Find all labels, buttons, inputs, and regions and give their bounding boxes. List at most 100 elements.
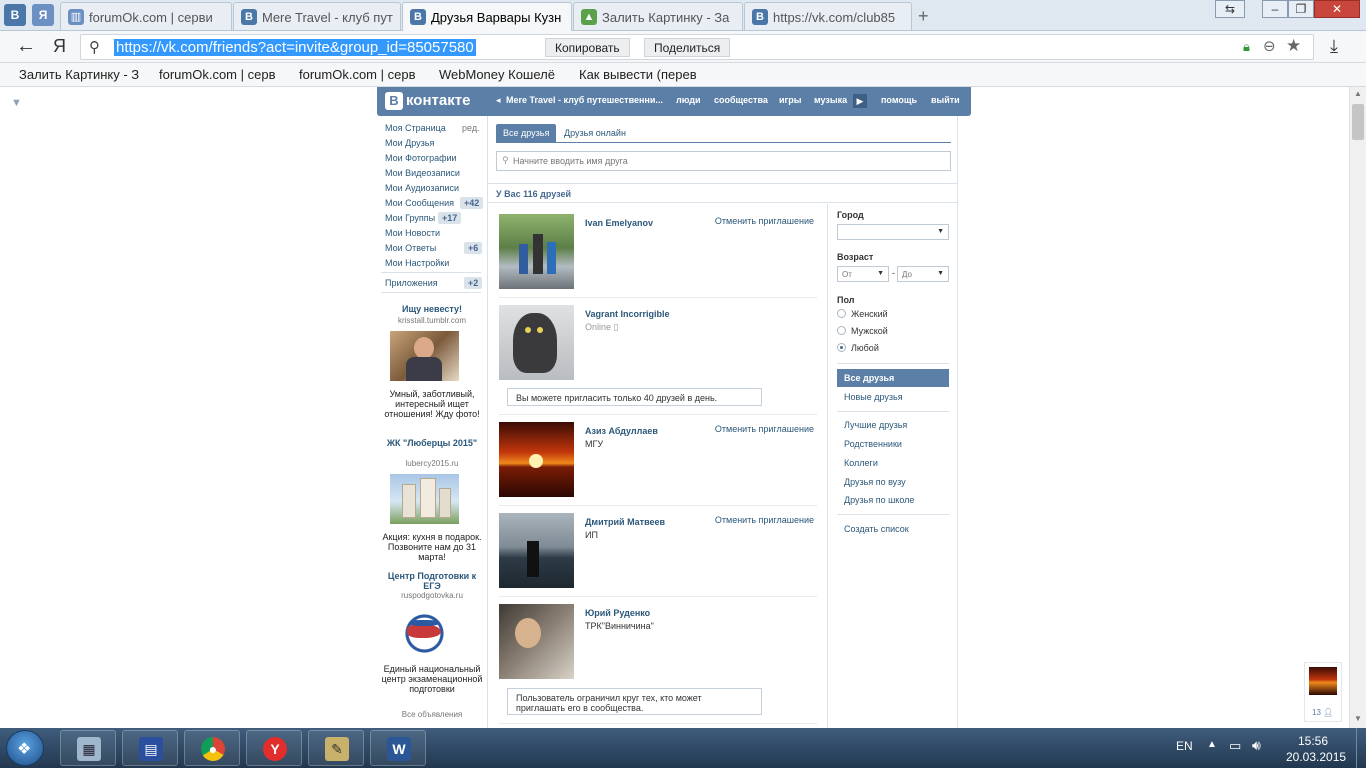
copy-button[interactable]: Копировать bbox=[545, 38, 630, 57]
volume-icon[interactable]: 🔊︎ bbox=[1252, 737, 1261, 754]
all-ads-link[interactable]: Все объявления bbox=[380, 710, 484, 719]
sidebar-item-news[interactable]: Мои Новости bbox=[385, 228, 440, 238]
scroll-down-icon[interactable]: ▼ bbox=[1354, 714, 1362, 723]
page-scrollbar[interactable]: ▲ ▼ bbox=[1349, 87, 1366, 728]
tab-upload-image[interactable]: ▲ Залить Картинку - За bbox=[573, 2, 743, 30]
close-icon[interactable]: ✕ bbox=[1314, 0, 1360, 18]
nav-games[interactable]: игры bbox=[779, 95, 801, 105]
friend-name[interactable]: Юрий Руденко bbox=[585, 608, 650, 618]
city-select[interactable]: ▼ bbox=[837, 224, 949, 240]
friend-name[interactable]: Ivan Emelyanov bbox=[585, 218, 653, 228]
cancel-invite-link[interactable]: Отменить приглашение bbox=[715, 216, 814, 226]
tab-forumok[interactable]: ▥ forumOk.com | серви bbox=[60, 2, 232, 30]
taskbar-floppy[interactable]: ▤ bbox=[122, 730, 178, 766]
ad-title[interactable]: Ищу невесту! bbox=[380, 304, 484, 314]
list-all-friends[interactable]: Все друзья bbox=[837, 369, 949, 387]
sidebar-item-apps[interactable]: Приложения bbox=[385, 278, 438, 288]
sidebar-item-answers[interactable]: Мои Ответы bbox=[385, 243, 436, 253]
friend-photo[interactable] bbox=[499, 604, 574, 679]
tab-friends[interactable]: В Друзья Варвары Кузн bbox=[402, 2, 572, 32]
list-best-friends[interactable]: Лучшие друзья bbox=[837, 416, 949, 434]
clock-time[interactable]: 15:56 bbox=[1298, 734, 1328, 748]
tab-friends-online[interactable]: Друзья онлайн bbox=[557, 124, 633, 142]
list-university[interactable]: Друзья по вузу bbox=[837, 473, 949, 491]
list-colleagues[interactable]: Коллеги bbox=[837, 454, 949, 472]
list-relatives[interactable]: Родственники bbox=[837, 435, 949, 453]
nav-more-arrow-icon[interactable]: ▶ bbox=[853, 94, 867, 108]
sex-radio-male[interactable]: Мужской bbox=[837, 326, 888, 336]
cancel-invite-link[interactable]: Отменить приглашение bbox=[715, 515, 814, 525]
nav-back-arrow-icon[interactable]: ◂ bbox=[496, 95, 501, 106]
bookmark-item[interactable]: forumOk.com | серв bbox=[159, 67, 275, 82]
zoom-icon[interactable]: ⊖ bbox=[1263, 37, 1276, 55]
restore-tabs-icon[interactable]: ⇆ bbox=[1215, 0, 1245, 18]
url-input[interactable]: https://vk.com/friends?act=invite&group_… bbox=[114, 39, 476, 56]
list-school[interactable]: Друзья по школе bbox=[837, 491, 949, 509]
ad-logo-image[interactable] bbox=[397, 606, 452, 661]
sidebar-item-videos[interactable]: Мои Видеозаписи bbox=[385, 168, 460, 178]
vk-logo[interactable]: Вконтакте bbox=[385, 92, 470, 110]
ad-title[interactable]: ЖК "Люберцы 2015" bbox=[380, 438, 484, 448]
friend-search-input[interactable]: ⚲ Начните вводить имя друга bbox=[496, 151, 951, 171]
friend-photo[interactable] bbox=[499, 422, 574, 497]
chat-widget[interactable]: 13 👤︎ bbox=[1304, 662, 1342, 722]
sidebar-item-messages[interactable]: Мои Сообщения bbox=[385, 198, 454, 208]
create-list-link[interactable]: Создать список bbox=[837, 520, 949, 538]
nav-group[interactable]: Mere Travel - клуб путешественни... bbox=[506, 95, 663, 105]
back-arrow-icon[interactable]: ← bbox=[16, 35, 36, 58]
taskbar-yandex[interactable]: Y bbox=[246, 730, 302, 766]
minimize-icon[interactable]: – bbox=[1262, 0, 1288, 18]
tray-expand-icon[interactable]: ▲ bbox=[1207, 739, 1217, 750]
star-icon[interactable]: ★ bbox=[1286, 36, 1301, 56]
chat-avatar[interactable] bbox=[1309, 667, 1337, 695]
friend-photo[interactable] bbox=[499, 305, 574, 380]
nav-music[interactable]: музыка bbox=[814, 95, 847, 105]
bookmark-item[interactable]: Как вывести (перев bbox=[579, 67, 697, 82]
sidebar-edit-link[interactable]: ред. bbox=[462, 123, 480, 133]
friend-name[interactable]: Азиз Абдуллаев bbox=[585, 426, 658, 436]
ad-image[interactable] bbox=[390, 474, 459, 524]
scroll-up-icon[interactable]: ▲ bbox=[1354, 89, 1362, 98]
taskbar-calculator[interactable]: ▦ bbox=[60, 730, 116, 766]
nav-logout[interactable]: выйти bbox=[931, 95, 960, 105]
tab-club[interactable]: В https://vk.com/club85 bbox=[744, 2, 912, 30]
sidebar-item-friends[interactable]: Мои Друзья bbox=[385, 138, 434, 148]
ad-image[interactable] bbox=[390, 331, 459, 381]
groups-badge[interactable]: +17 bbox=[438, 212, 462, 224]
cancel-invite-link[interactable]: Отменить приглашение bbox=[715, 424, 814, 434]
sex-radio-female[interactable]: Женский bbox=[837, 309, 888, 319]
friend-name[interactable]: Vagrant Incorrigible bbox=[585, 309, 670, 319]
bookmark-item[interactable]: Залить Картинку - З bbox=[19, 67, 139, 82]
clock-date[interactable]: 20.03.2015 bbox=[1286, 750, 1346, 764]
taskbar-paint[interactable]: ✎ bbox=[308, 730, 364, 766]
nav-help[interactable]: помощь bbox=[881, 95, 917, 105]
nav-people[interactable]: люди bbox=[676, 95, 701, 105]
sidebar-item-audio[interactable]: Мои Аудиозаписи bbox=[385, 183, 459, 193]
sidebar-item-photos[interactable]: Мои Фотографии bbox=[385, 153, 457, 163]
taskbar-chrome[interactable]: ● bbox=[184, 730, 240, 766]
ad-title[interactable]: Центр Подготовки к ЕГЭ bbox=[380, 571, 484, 591]
new-tab-button[interactable]: + bbox=[918, 6, 929, 27]
friend-photo[interactable] bbox=[499, 513, 574, 588]
download-icon[interactable]: ⤓ bbox=[1330, 36, 1338, 57]
show-desktop-button[interactable] bbox=[1356, 728, 1366, 768]
age-from-select[interactable]: От ▼ bbox=[837, 266, 889, 282]
tab-mere-travel[interactable]: В Mere Travel - клуб пут bbox=[233, 2, 401, 30]
bookmark-item[interactable]: forumOk.com | серв bbox=[299, 67, 415, 82]
answers-badge[interactable]: +6 bbox=[464, 242, 483, 254]
list-new-friends[interactable]: Новые друзья bbox=[837, 388, 949, 406]
bookmark-item[interactable]: WebMoney Кошелё bbox=[439, 67, 555, 82]
maximize-icon[interactable]: ❐ bbox=[1288, 0, 1314, 18]
scroll-thumb[interactable] bbox=[1352, 104, 1364, 140]
age-to-select[interactable]: До ▼ bbox=[897, 266, 949, 282]
url-box[interactable]: ⚲ https://vk.com/friends?act=invite&grou… bbox=[80, 34, 1314, 60]
triangle-down-icon[interactable]: ▼ bbox=[11, 97, 22, 109]
network-icon[interactable]: ▭ bbox=[1229, 738, 1241, 754]
yandex-icon[interactable]: Я bbox=[53, 36, 66, 57]
sidebar-item-my-page[interactable]: Моя Страница bbox=[385, 123, 446, 133]
share-button[interactable]: Поделиться bbox=[644, 38, 731, 57]
sex-radio-any[interactable]: Любой bbox=[837, 343, 879, 353]
friend-photo[interactable] bbox=[499, 214, 574, 289]
start-button[interactable]: ❖ bbox=[6, 730, 44, 766]
pinned-tab-vk[interactable]: В bbox=[4, 4, 26, 26]
